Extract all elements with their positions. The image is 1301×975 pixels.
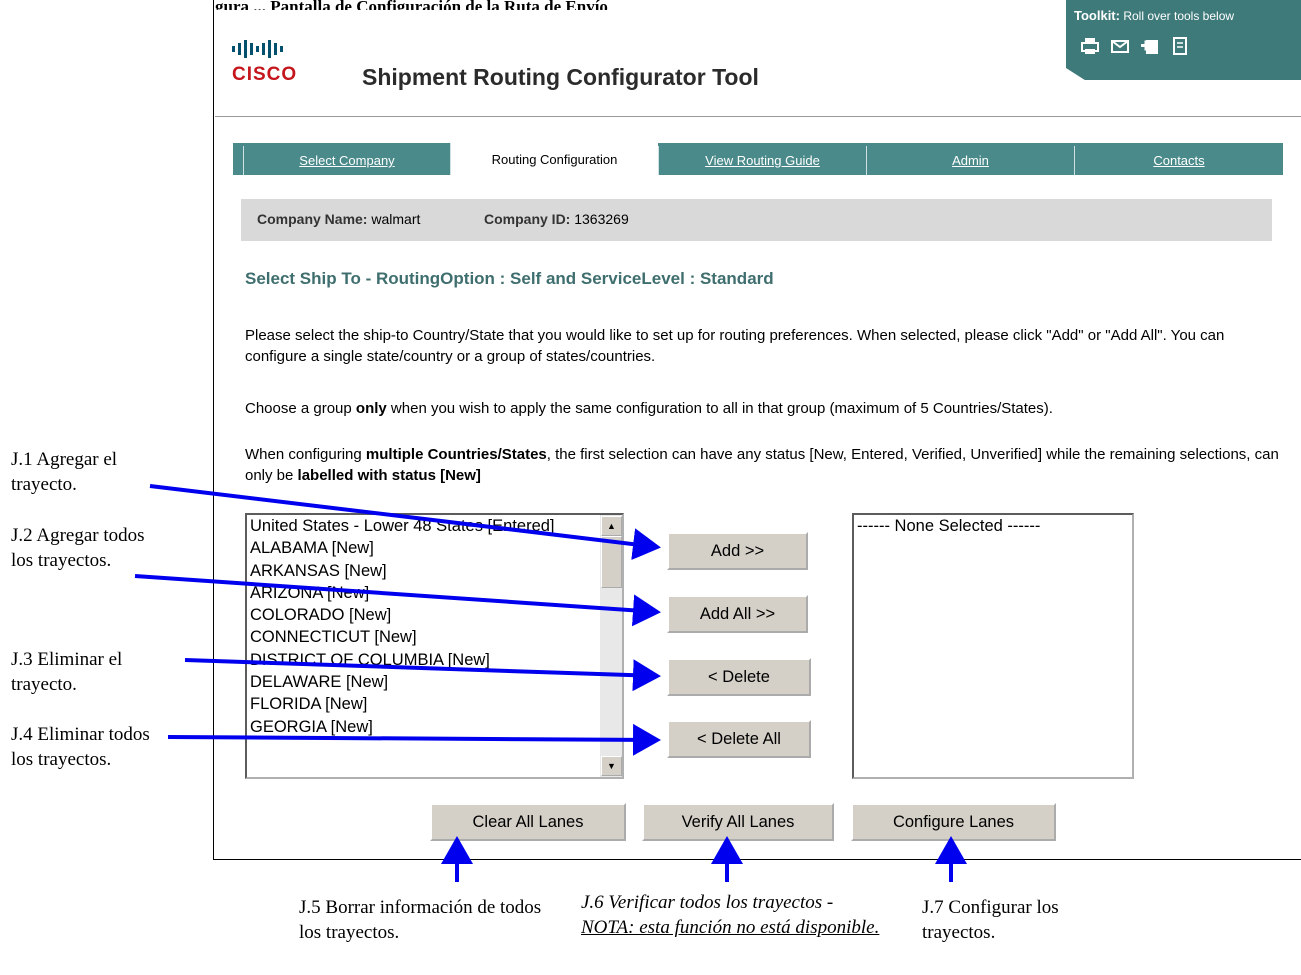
arrow-j3 <box>184 658 661 692</box>
annotation-j5: J.5 Borrar información de todos los tray… <box>299 897 542 943</box>
annotation-j7: J.7 Configurar los trayectos. <box>922 897 1059 943</box>
annotation-j6: J.6 Verificar todos los trayectos - NOTA… <box>581 892 880 938</box>
annotation-j4: J.4 Eliminar todos los trayectos. <box>11 724 150 770</box>
annotation-j3: J.3 Eliminar el trayecto. <box>11 649 123 695</box>
arrow-j4 <box>167 723 661 756</box>
annotation-arrows <box>134 484 967 882</box>
arrow-j2 <box>134 574 661 627</box>
annotation-j2: J.2 Agregar todos los trayectos. <box>11 525 145 571</box>
arrow-j1 <box>149 484 661 561</box>
annotation-j1: J.1 Agregar el trayecto. <box>11 449 118 495</box>
